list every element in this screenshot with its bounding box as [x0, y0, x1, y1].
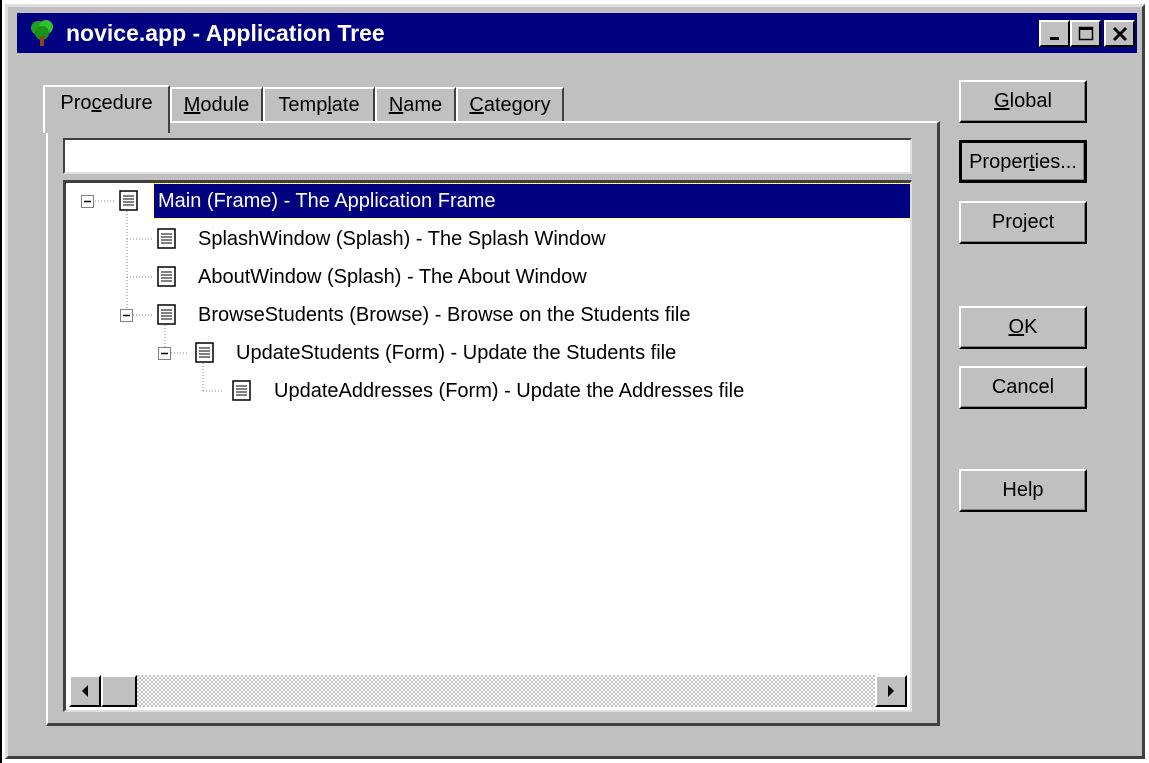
window-title: novice.app - Application Tree: [66, 20, 385, 46]
title-bar[interactable]: novice.app - Application Tree: [17, 13, 1137, 53]
procedure-tree[interactable]: Main (Frame) - The Application Frame Spl…: [63, 180, 912, 712]
horizontal-scrollbar[interactable]: [69, 675, 907, 707]
procedure-icon: [195, 342, 214, 363]
minimize-button[interactable]: [1039, 20, 1070, 47]
tree-node-updatestudents[interactable]: UpdateStudents (Form) - Update the Stude…: [232, 336, 680, 370]
tab-template-label: Template: [278, 94, 360, 116]
tab-procedure[interactable]: Procedure: [43, 85, 170, 133]
tree-node-browsestudents[interactable]: BrowseStudents (Browse) - Browse on the …: [194, 298, 694, 332]
close-icon: [1112, 26, 1127, 41]
cancel-button[interactable]: Cancel: [959, 366, 1087, 409]
collapse-icon: [158, 347, 171, 360]
tab-category-label: Category: [469, 94, 551, 116]
tree-node-main[interactable]: Main (Frame) - The Application Frame: [153, 183, 910, 219]
procedure-icon: [232, 380, 251, 401]
procedure-icon: [157, 228, 176, 249]
minimize-icon: [1049, 36, 1059, 40]
scroll-right-button[interactable]: [875, 675, 907, 707]
tree-node-aboutwindow[interactable]: AboutWindow (Splash) - The About Window: [194, 260, 591, 294]
tree-node-updateaddresses[interactable]: UpdateAddresses (Form) - Update the Addr…: [270, 374, 748, 408]
cancel-button-label: Cancel: [991, 376, 1055, 398]
tab-template[interactable]: Template: [263, 87, 375, 125]
help-button[interactable]: Help: [959, 469, 1087, 512]
tab-module[interactable]: Module: [170, 87, 263, 125]
arrow-left-icon: [82, 685, 88, 697]
procedure-icon: [157, 304, 176, 325]
help-button-label: Help: [1002, 479, 1044, 501]
locator-input[interactable]: [63, 138, 912, 174]
maximize-button[interactable]: [1070, 20, 1101, 47]
project-button[interactable]: Project: [959, 201, 1087, 244]
project-button-label: Project: [991, 211, 1055, 233]
scroll-left-button[interactable]: [69, 675, 101, 707]
global-button[interactable]: Global: [959, 80, 1087, 123]
ok-button-label: OK: [1008, 316, 1038, 338]
ok-button[interactable]: OK: [959, 306, 1087, 349]
tab-module-label: Module: [183, 94, 250, 116]
close-button[interactable]: [1104, 20, 1135, 47]
left-edge-line: [0, 0, 2, 763]
properties-button[interactable]: Properties...: [959, 140, 1087, 183]
properties-button-label: Properties...: [969, 151, 1077, 173]
tab-procedure-label: Procedure: [60, 92, 153, 114]
scroll-thumb[interactable]: [101, 675, 137, 707]
tab-name[interactable]: Name: [375, 87, 456, 125]
procedure-icon: [157, 266, 176, 287]
collapse-icon: [81, 195, 94, 208]
collapse-icon: [120, 309, 133, 322]
tree-node-splashwindow[interactable]: SplashWindow (Splash) - The Splash Windo…: [194, 222, 610, 256]
procedure-icon: [119, 190, 138, 211]
maximize-icon: [1078, 26, 1093, 40]
tab-category[interactable]: Category: [456, 87, 564, 125]
global-button-label: Global: [994, 90, 1052, 112]
tab-name-label: Name: [388, 94, 443, 116]
arrow-right-icon: [888, 685, 894, 697]
tree-icon: [31, 20, 53, 46]
